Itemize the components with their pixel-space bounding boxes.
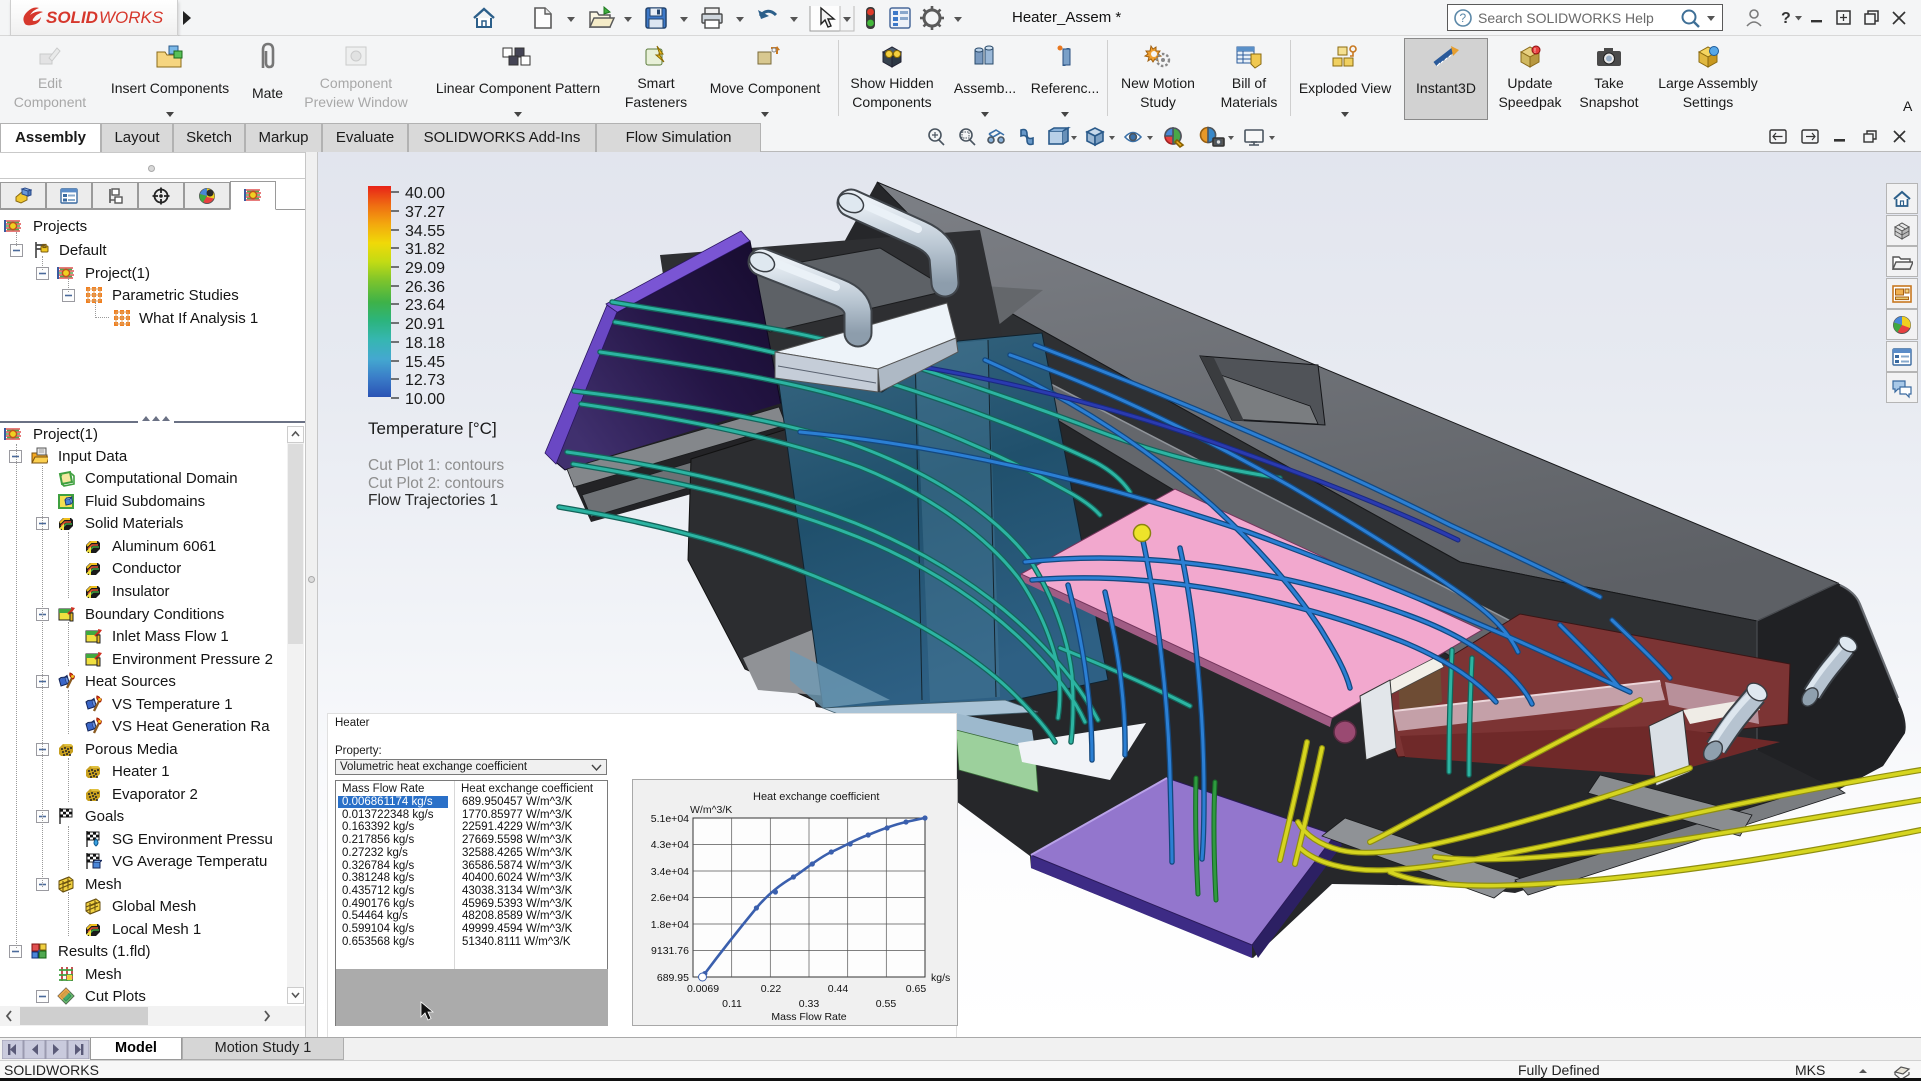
svg-text:Temperature [°C]: Temperature [°C] bbox=[368, 419, 497, 438]
svg-text:9131.76: 9131.76 bbox=[651, 945, 689, 957]
svg-text:0.0069: 0.0069 bbox=[687, 983, 719, 995]
svg-text:40.00: 40.00 bbox=[405, 185, 445, 202]
svg-text:Mass Flow Rate: Mass Flow Rate bbox=[771, 1011, 846, 1023]
svg-text:0.44: 0.44 bbox=[828, 983, 849, 995]
svg-text:4.3e+04: 4.3e+04 bbox=[651, 839, 689, 851]
svg-text:!: ! bbox=[1534, 48, 1536, 55]
svg-text:Cut Plot 1: contours: Cut Plot 1: contours bbox=[368, 457, 504, 474]
svg-text:20.91: 20.91 bbox=[405, 316, 445, 333]
svg-text:23.64: 23.64 bbox=[405, 297, 445, 314]
svg-text:WORKS: WORKS bbox=[99, 8, 164, 27]
svg-text:0.22: 0.22 bbox=[761, 983, 782, 995]
svg-text:689.95: 689.95 bbox=[657, 972, 689, 984]
svg-text:10.00: 10.00 bbox=[405, 391, 445, 408]
svg-text:0.55: 0.55 bbox=[876, 998, 897, 1010]
svg-text:2.6e+04: 2.6e+04 bbox=[651, 892, 689, 904]
svg-text:29.09: 29.09 bbox=[405, 260, 445, 277]
svg-text:37.27: 37.27 bbox=[405, 204, 445, 221]
svg-text:18.18: 18.18 bbox=[405, 335, 445, 352]
svg-text:Flow Trajectories 1: Flow Trajectories 1 bbox=[368, 492, 498, 509]
svg-text:15.45: 15.45 bbox=[405, 354, 445, 371]
svg-text:0.65: 0.65 bbox=[906, 983, 927, 995]
svg-text:0.33: 0.33 bbox=[799, 998, 820, 1010]
svg-text:?: ? bbox=[1781, 10, 1791, 27]
svg-text:SOLID: SOLID bbox=[46, 8, 98, 27]
svg-text:3.4e+04: 3.4e+04 bbox=[651, 866, 689, 878]
svg-text:26.36: 26.36 bbox=[405, 279, 445, 296]
svg-text:0.11: 0.11 bbox=[722, 998, 742, 1010]
svg-text:Cut Plot 2: contours: Cut Plot 2: contours bbox=[368, 475, 504, 492]
svg-text:5.1e+04: 5.1e+04 bbox=[651, 813, 689, 825]
svg-text:31.82: 31.82 bbox=[405, 241, 445, 258]
svg-text:?: ? bbox=[1460, 11, 1467, 25]
svg-text:1.8e+04: 1.8e+04 bbox=[651, 919, 689, 931]
svg-text:34.55: 34.55 bbox=[405, 223, 445, 240]
svg-text:kg/s: kg/s bbox=[931, 972, 950, 984]
svg-text:12.73: 12.73 bbox=[405, 372, 445, 389]
